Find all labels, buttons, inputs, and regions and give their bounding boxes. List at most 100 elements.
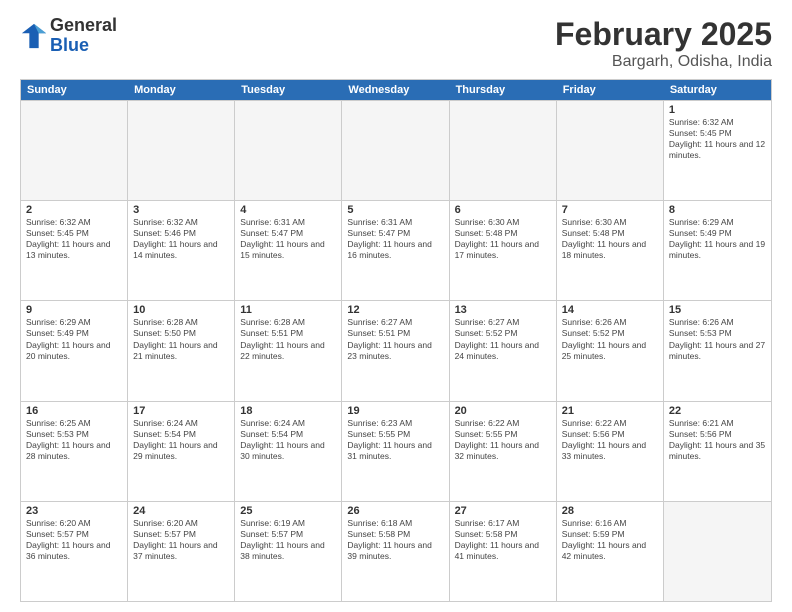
cal-cell-3-3: 19Sunrise: 6:23 AMSunset: 5:55 PMDayligh… (342, 402, 449, 501)
day-info: Sunrise: 6:32 AMSunset: 5:45 PMDaylight:… (26, 217, 122, 261)
day-number: 2 (26, 204, 122, 216)
day-info: Sunrise: 6:20 AMSunset: 5:57 PMDaylight:… (133, 518, 229, 562)
week-row-0: 1Sunrise: 6:32 AMSunset: 5:45 PMDaylight… (21, 100, 771, 200)
cal-cell-0-4 (450, 101, 557, 200)
day-number: 7 (562, 204, 658, 216)
cal-cell-2-5: 14Sunrise: 6:26 AMSunset: 5:52 PMDayligh… (557, 301, 664, 400)
day-info: Sunrise: 6:30 AMSunset: 5:48 PMDaylight:… (562, 217, 658, 261)
cal-cell-1-4: 6Sunrise: 6:30 AMSunset: 5:48 PMDaylight… (450, 201, 557, 300)
title-block: February 2025 Bargarh, Odisha, India (555, 16, 772, 71)
calendar-title: February 2025 (555, 16, 772, 53)
cal-cell-4-2: 25Sunrise: 6:19 AMSunset: 5:57 PMDayligh… (235, 502, 342, 601)
day-info: Sunrise: 6:20 AMSunset: 5:57 PMDaylight:… (26, 518, 122, 562)
day-info: Sunrise: 6:22 AMSunset: 5:56 PMDaylight:… (562, 418, 658, 462)
header-day-2: Tuesday (235, 80, 342, 100)
day-info: Sunrise: 6:30 AMSunset: 5:48 PMDaylight:… (455, 217, 551, 261)
day-number: 27 (455, 505, 551, 517)
week-row-1: 2Sunrise: 6:32 AMSunset: 5:45 PMDaylight… (21, 200, 771, 300)
cal-cell-4-0: 23Sunrise: 6:20 AMSunset: 5:57 PMDayligh… (21, 502, 128, 601)
day-number: 13 (455, 304, 551, 316)
day-number: 15 (669, 304, 766, 316)
cal-cell-3-4: 20Sunrise: 6:22 AMSunset: 5:55 PMDayligh… (450, 402, 557, 501)
day-info: Sunrise: 6:32 AMSunset: 5:46 PMDaylight:… (133, 217, 229, 261)
day-info: Sunrise: 6:18 AMSunset: 5:58 PMDaylight:… (347, 518, 443, 562)
cal-cell-0-5 (557, 101, 664, 200)
cal-cell-2-1: 10Sunrise: 6:28 AMSunset: 5:50 PMDayligh… (128, 301, 235, 400)
logo: General Blue (20, 16, 117, 56)
day-number: 8 (669, 204, 766, 216)
day-info: Sunrise: 6:23 AMSunset: 5:55 PMDaylight:… (347, 418, 443, 462)
logo-text: General Blue (50, 16, 117, 56)
cal-cell-1-3: 5Sunrise: 6:31 AMSunset: 5:47 PMDaylight… (342, 201, 449, 300)
day-info: Sunrise: 6:26 AMSunset: 5:53 PMDaylight:… (669, 317, 766, 361)
cal-cell-1-1: 3Sunrise: 6:32 AMSunset: 5:46 PMDaylight… (128, 201, 235, 300)
day-info: Sunrise: 6:32 AMSunset: 5:45 PMDaylight:… (669, 117, 766, 161)
day-number: 1 (669, 104, 766, 116)
cal-cell-1-0: 2Sunrise: 6:32 AMSunset: 5:45 PMDaylight… (21, 201, 128, 300)
day-info: Sunrise: 6:27 AMSunset: 5:51 PMDaylight:… (347, 317, 443, 361)
cal-cell-2-3: 12Sunrise: 6:27 AMSunset: 5:51 PMDayligh… (342, 301, 449, 400)
cal-cell-2-0: 9Sunrise: 6:29 AMSunset: 5:49 PMDaylight… (21, 301, 128, 400)
logo-general: General (50, 16, 117, 36)
day-number: 21 (562, 405, 658, 417)
cal-cell-0-6: 1Sunrise: 6:32 AMSunset: 5:45 PMDaylight… (664, 101, 771, 200)
cal-cell-3-5: 21Sunrise: 6:22 AMSunset: 5:56 PMDayligh… (557, 402, 664, 501)
day-info: Sunrise: 6:21 AMSunset: 5:56 PMDaylight:… (669, 418, 766, 462)
day-number: 3 (133, 204, 229, 216)
day-number: 10 (133, 304, 229, 316)
cal-cell-2-4: 13Sunrise: 6:27 AMSunset: 5:52 PMDayligh… (450, 301, 557, 400)
day-info: Sunrise: 6:24 AMSunset: 5:54 PMDaylight:… (240, 418, 336, 462)
day-number: 19 (347, 405, 443, 417)
header-day-3: Wednesday (342, 80, 449, 100)
week-row-2: 9Sunrise: 6:29 AMSunset: 5:49 PMDaylight… (21, 300, 771, 400)
day-info: Sunrise: 6:27 AMSunset: 5:52 PMDaylight:… (455, 317, 551, 361)
cal-cell-4-5: 28Sunrise: 6:16 AMSunset: 5:59 PMDayligh… (557, 502, 664, 601)
cal-cell-0-2 (235, 101, 342, 200)
day-number: 9 (26, 304, 122, 316)
day-number: 17 (133, 405, 229, 417)
header-day-1: Monday (128, 80, 235, 100)
day-info: Sunrise: 6:29 AMSunset: 5:49 PMDaylight:… (26, 317, 122, 361)
day-number: 18 (240, 405, 336, 417)
day-info: Sunrise: 6:26 AMSunset: 5:52 PMDaylight:… (562, 317, 658, 361)
day-number: 6 (455, 204, 551, 216)
cal-cell-3-0: 16Sunrise: 6:25 AMSunset: 5:53 PMDayligh… (21, 402, 128, 501)
day-number: 14 (562, 304, 658, 316)
cal-cell-3-1: 17Sunrise: 6:24 AMSunset: 5:54 PMDayligh… (128, 402, 235, 501)
day-info: Sunrise: 6:16 AMSunset: 5:59 PMDaylight:… (562, 518, 658, 562)
calendar: SundayMondayTuesdayWednesdayThursdayFrid… (20, 79, 772, 602)
day-info: Sunrise: 6:22 AMSunset: 5:55 PMDaylight:… (455, 418, 551, 462)
day-info: Sunrise: 6:31 AMSunset: 5:47 PMDaylight:… (347, 217, 443, 261)
day-info: Sunrise: 6:29 AMSunset: 5:49 PMDaylight:… (669, 217, 766, 261)
cal-cell-1-2: 4Sunrise: 6:31 AMSunset: 5:47 PMDaylight… (235, 201, 342, 300)
day-info: Sunrise: 6:31 AMSunset: 5:47 PMDaylight:… (240, 217, 336, 261)
day-number: 26 (347, 505, 443, 517)
cal-cell-4-1: 24Sunrise: 6:20 AMSunset: 5:57 PMDayligh… (128, 502, 235, 601)
day-info: Sunrise: 6:19 AMSunset: 5:57 PMDaylight:… (240, 518, 336, 562)
day-number: 23 (26, 505, 122, 517)
cal-cell-3-6: 22Sunrise: 6:21 AMSunset: 5:56 PMDayligh… (664, 402, 771, 501)
header: General Blue February 2025 Bargarh, Odis… (20, 16, 772, 71)
cal-cell-1-6: 8Sunrise: 6:29 AMSunset: 5:49 PMDaylight… (664, 201, 771, 300)
page: General Blue February 2025 Bargarh, Odis… (0, 0, 792, 612)
day-number: 4 (240, 204, 336, 216)
day-number: 24 (133, 505, 229, 517)
cal-cell-3-2: 18Sunrise: 6:24 AMSunset: 5:54 PMDayligh… (235, 402, 342, 501)
cal-cell-4-6 (664, 502, 771, 601)
cal-cell-0-1 (128, 101, 235, 200)
cal-cell-2-6: 15Sunrise: 6:26 AMSunset: 5:53 PMDayligh… (664, 301, 771, 400)
day-number: 28 (562, 505, 658, 517)
header-day-4: Thursday (450, 80, 557, 100)
week-row-3: 16Sunrise: 6:25 AMSunset: 5:53 PMDayligh… (21, 401, 771, 501)
calendar-body: 1Sunrise: 6:32 AMSunset: 5:45 PMDaylight… (21, 100, 771, 601)
day-info: Sunrise: 6:28 AMSunset: 5:51 PMDaylight:… (240, 317, 336, 361)
header-day-6: Saturday (664, 80, 771, 100)
day-info: Sunrise: 6:17 AMSunset: 5:58 PMDaylight:… (455, 518, 551, 562)
day-number: 25 (240, 505, 336, 517)
cal-cell-4-3: 26Sunrise: 6:18 AMSunset: 5:58 PMDayligh… (342, 502, 449, 601)
day-info: Sunrise: 6:24 AMSunset: 5:54 PMDaylight:… (133, 418, 229, 462)
day-number: 11 (240, 304, 336, 316)
cal-cell-4-4: 27Sunrise: 6:17 AMSunset: 5:58 PMDayligh… (450, 502, 557, 601)
header-day-5: Friday (557, 80, 664, 100)
day-number: 22 (669, 405, 766, 417)
